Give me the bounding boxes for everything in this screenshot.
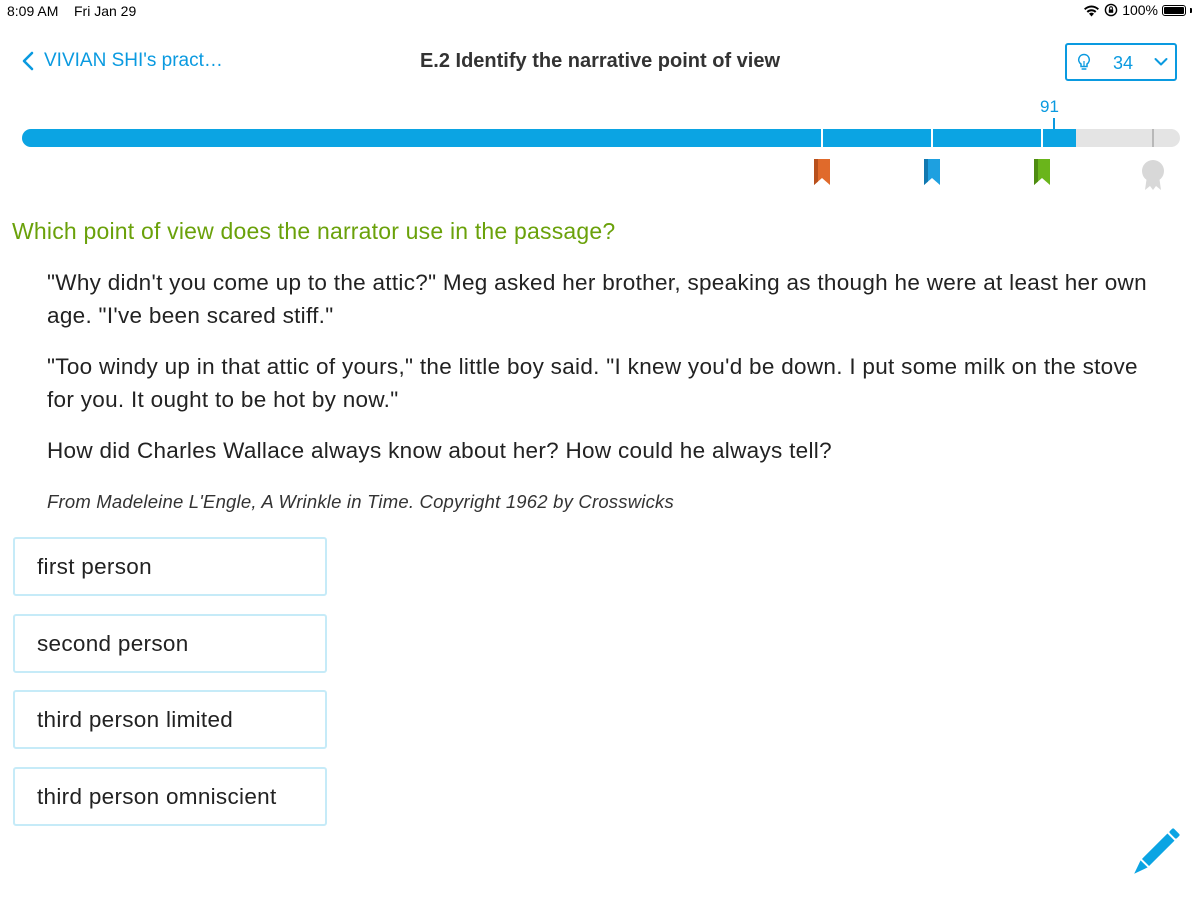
passage-paragraph: "Why didn't you come up to the attic?" M… — [47, 270, 1147, 328]
question-prompt: Which point of view does the narrator us… — [12, 218, 616, 244]
battery-percent: 100% — [1122, 2, 1158, 18]
green-ribbon-icon — [1034, 159, 1050, 185]
hints-dropdown[interactable]: 34 — [1065, 43, 1177, 81]
status-indicators: 100% — [1083, 2, 1192, 18]
practice-screen: 8:09 AM Fri Jan 29 100% VIVIAN SHI's pra… — [0, 0, 1200, 901]
progress-tick — [931, 129, 933, 147]
trophy-ribbon-icon — [1142, 160, 1164, 190]
status-time: 8:09 AM — [7, 3, 59, 19]
progress-tick — [1152, 129, 1154, 147]
blue-ribbon-icon — [924, 159, 940, 185]
progress-fill — [22, 129, 1076, 147]
pencil-icon[interactable] — [1126, 826, 1182, 882]
passage-citation: From Madeleine L'Engle, A Wrinkle in Tim… — [47, 491, 674, 512]
passage-paragraph: How did Charles Wallace always know abou… — [47, 438, 832, 463]
back-label: VIVIAN SHI's pract… — [44, 50, 223, 71]
answer-option[interactable]: third person omniscient — [13, 767, 327, 826]
chevron-down-icon — [1154, 58, 1168, 66]
battery-icon — [1162, 4, 1186, 16]
progress-tick — [1041, 129, 1043, 147]
hint-count: 34 — [1113, 53, 1134, 73]
back-button[interactable]: VIVIAN SHI's pract… — [20, 50, 223, 72]
progress-tick — [821, 129, 823, 147]
answer-option[interactable]: first person — [13, 537, 327, 596]
status-bar: 8:09 AM Fri Jan 29 100% — [0, 0, 1200, 22]
wifi-icon — [1084, 5, 1100, 16]
bronze-ribbon-icon — [814, 159, 830, 185]
progress-bar — [22, 129, 1180, 147]
passage-paragraph: "Too windy up in that attic of yours," t… — [47, 354, 1138, 412]
lightbulb-icon — [1077, 53, 1091, 70]
chevron-left-icon — [22, 51, 34, 71]
battery-tip — [1190, 7, 1192, 13]
answer-option[interactable]: third person limited — [13, 690, 327, 749]
status-date: Fri Jan 29 — [74, 3, 137, 19]
orientation-lock-icon — [1104, 3, 1118, 17]
smartscore: 91 — [1040, 97, 1059, 116]
answer-option[interactable]: second person — [13, 614, 327, 673]
passage: "Why didn't you come up to the attic?" M… — [47, 266, 1167, 485]
